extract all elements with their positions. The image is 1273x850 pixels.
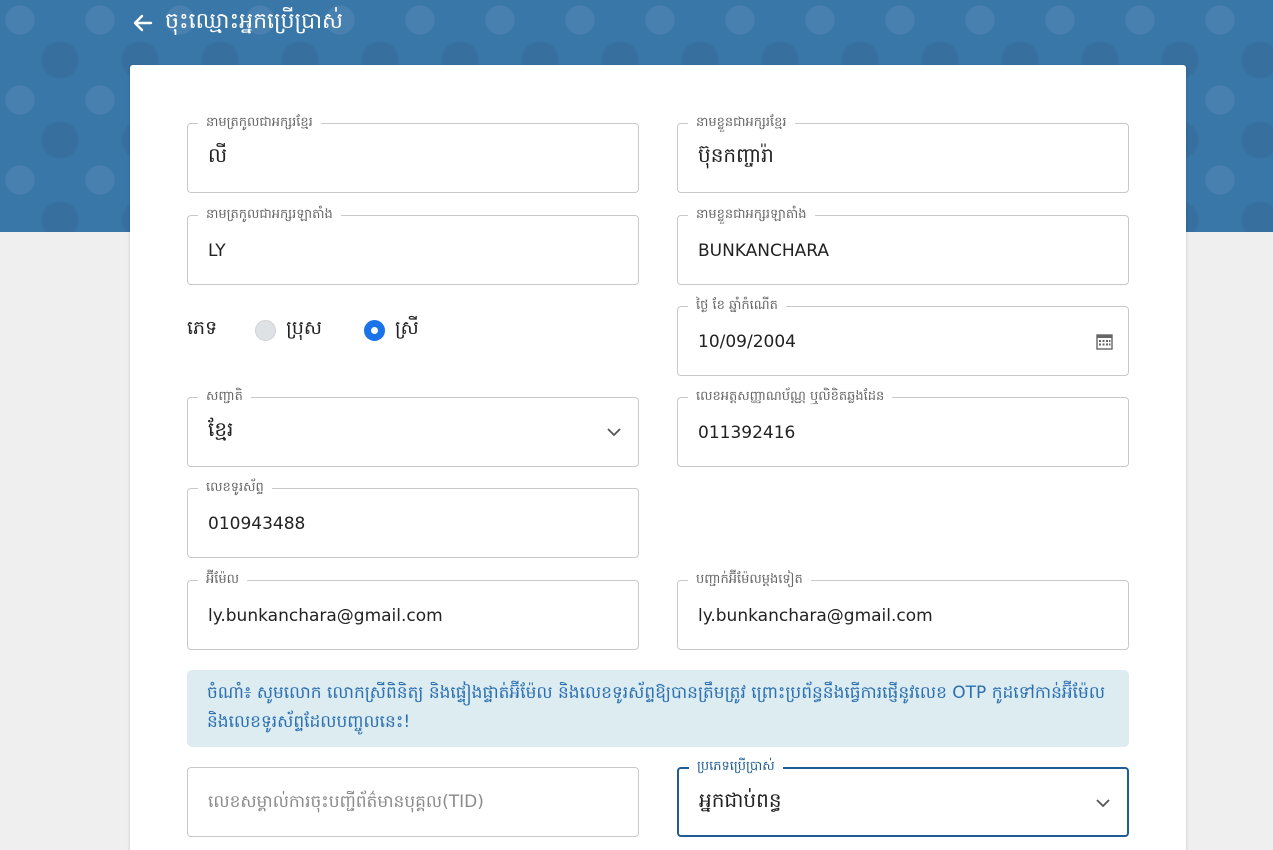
id-number-value[interactable]: 011392416 <box>698 421 795 445</box>
user-type-value[interactable]: អ្នកជាប់ពន្ធ <box>699 788 782 812</box>
gender-male-radio[interactable] <box>255 319 277 341</box>
nationality-select[interactable]: សញ្ជាតិ ខ្មែរ <box>187 389 639 467</box>
gender-female-label: ស្រី <box>394 317 419 339</box>
family-name-latin-label: នាមត្រកូលជាអក្សរឡាតាំង <box>198 207 341 223</box>
given-name-latin-label: នាមខ្លួនជាអក្សរឡាតាំង <box>688 207 815 223</box>
email-confirm-field[interactable]: បញ្ជាក់អ៊ីម៉ែលម្តងទៀត ly.bunkanchara@gma… <box>677 572 1129 650</box>
gender-female-radio[interactable] <box>363 319 385 341</box>
registration-form-card: នាមត្រកូលជាអក្សរខ្មែរ លី នាមខ្លួនជាអក្សរ… <box>130 65 1186 850</box>
calendar-icon[interactable] <box>1094 331 1114 351</box>
user-type-label: ប្រភេទប្រើប្រាស់ <box>689 759 783 775</box>
dob-value[interactable]: 10/09/2004 <box>698 330 796 354</box>
given-name-kh-value[interactable]: ប៊ុនកញ្ចារ៉ា <box>698 143 774 167</box>
gender-option-male[interactable]: ប្រុស <box>255 316 322 344</box>
email-confirm-label: បញ្ជាក់អ៊ីម៉ែលម្តងទៀត <box>688 572 811 588</box>
chevron-down-icon[interactable] <box>604 422 624 442</box>
gender-label: ភេទ <box>187 317 218 339</box>
phone-field[interactable]: លេខទូរស័ព្ទ 010943488 <box>187 480 639 558</box>
family-name-latin-value[interactable]: LY <box>208 239 226 263</box>
email-confirm-value[interactable]: ly.bunkanchara@gmail.com <box>698 604 933 628</box>
gender-male-label: ប្រុស <box>286 317 322 339</box>
given-name-kh-label: នាមខ្លួនជាអក្សរខ្មែរ <box>688 115 795 131</box>
tid-placeholder[interactable]: លេខសម្គាល់ការចុះបញ្ជីព័ត៌មានបុគ្គល(TID) <box>208 790 484 814</box>
page-title: ចុះឈ្មោះអ្នកប្រើប្រាស់ <box>165 9 343 34</box>
given-name-latin-value[interactable]: BUNKANCHARA <box>698 239 829 263</box>
user-type-select[interactable]: ប្រភេទប្រើប្រាស់ អ្នកជាប់ពន្ធ <box>677 759 1129 837</box>
family-name-kh-field[interactable]: នាមត្រកូលជាអក្សរខ្មែរ លី <box>187 115 639 193</box>
family-name-kh-value[interactable]: លី <box>208 143 227 167</box>
arrow-left-icon[interactable] <box>133 12 155 34</box>
gender-group: ភេទ ប្រុស ស្រី <box>187 315 461 345</box>
nationality-value[interactable]: ខ្មែរ <box>208 417 233 441</box>
otp-notice: ចំណាំ៖ សូមលោក លោកស្រីពិនិត្យ និងផ្ទៀងផ្ទ… <box>187 670 1129 747</box>
tid-field[interactable]: លេខសម្គាល់ការចុះបញ្ជីព័ត៌មានបុគ្គល(TID) <box>187 767 639 837</box>
given-name-kh-field[interactable]: នាមខ្លួនជាអក្សរខ្មែរ ប៊ុនកញ្ចារ៉ា <box>677 115 1129 193</box>
email-value[interactable]: ly.bunkanchara@gmail.com <box>208 604 443 628</box>
dob-field[interactable]: ថ្ងៃ ខែ ឆ្នាំកំណើត 10/09/2004 <box>677 298 1129 376</box>
gender-option-female[interactable]: ស្រី <box>363 316 419 344</box>
id-number-field[interactable]: លេខអត្តសញ្ញាណប័ណ្ណ ឬលិខិតឆ្លងដែន 0113924… <box>677 389 1129 467</box>
email-field[interactable]: អ៊ីម៉ែល ly.bunkanchara@gmail.com <box>187 572 639 650</box>
family-name-kh-label: នាមត្រកូលជាអក្សរខ្មែរ <box>198 115 321 131</box>
chevron-down-icon[interactable] <box>1093 793 1113 813</box>
given-name-latin-field[interactable]: នាមខ្លួនជាអក្សរឡាតាំង BUNKANCHARA <box>677 207 1129 285</box>
id-number-label: លេខអត្តសញ្ញាណប័ណ្ណ ឬលិខិតឆ្លងដែន <box>688 389 893 405</box>
family-name-latin-field[interactable]: នាមត្រកូលជាអក្សរឡាតាំង LY <box>187 207 639 285</box>
phone-label: លេខទូរស័ព្ទ <box>198 480 272 496</box>
email-label: អ៊ីម៉ែល <box>198 572 248 588</box>
dob-label: ថ្ងៃ ខែ ឆ្នាំកំណើត <box>688 298 786 314</box>
phone-value[interactable]: 010943488 <box>208 512 305 536</box>
page-header: ចុះឈ្មោះអ្នកប្រើប្រាស់ <box>133 6 343 40</box>
nationality-label: សញ្ជាតិ <box>198 389 251 405</box>
